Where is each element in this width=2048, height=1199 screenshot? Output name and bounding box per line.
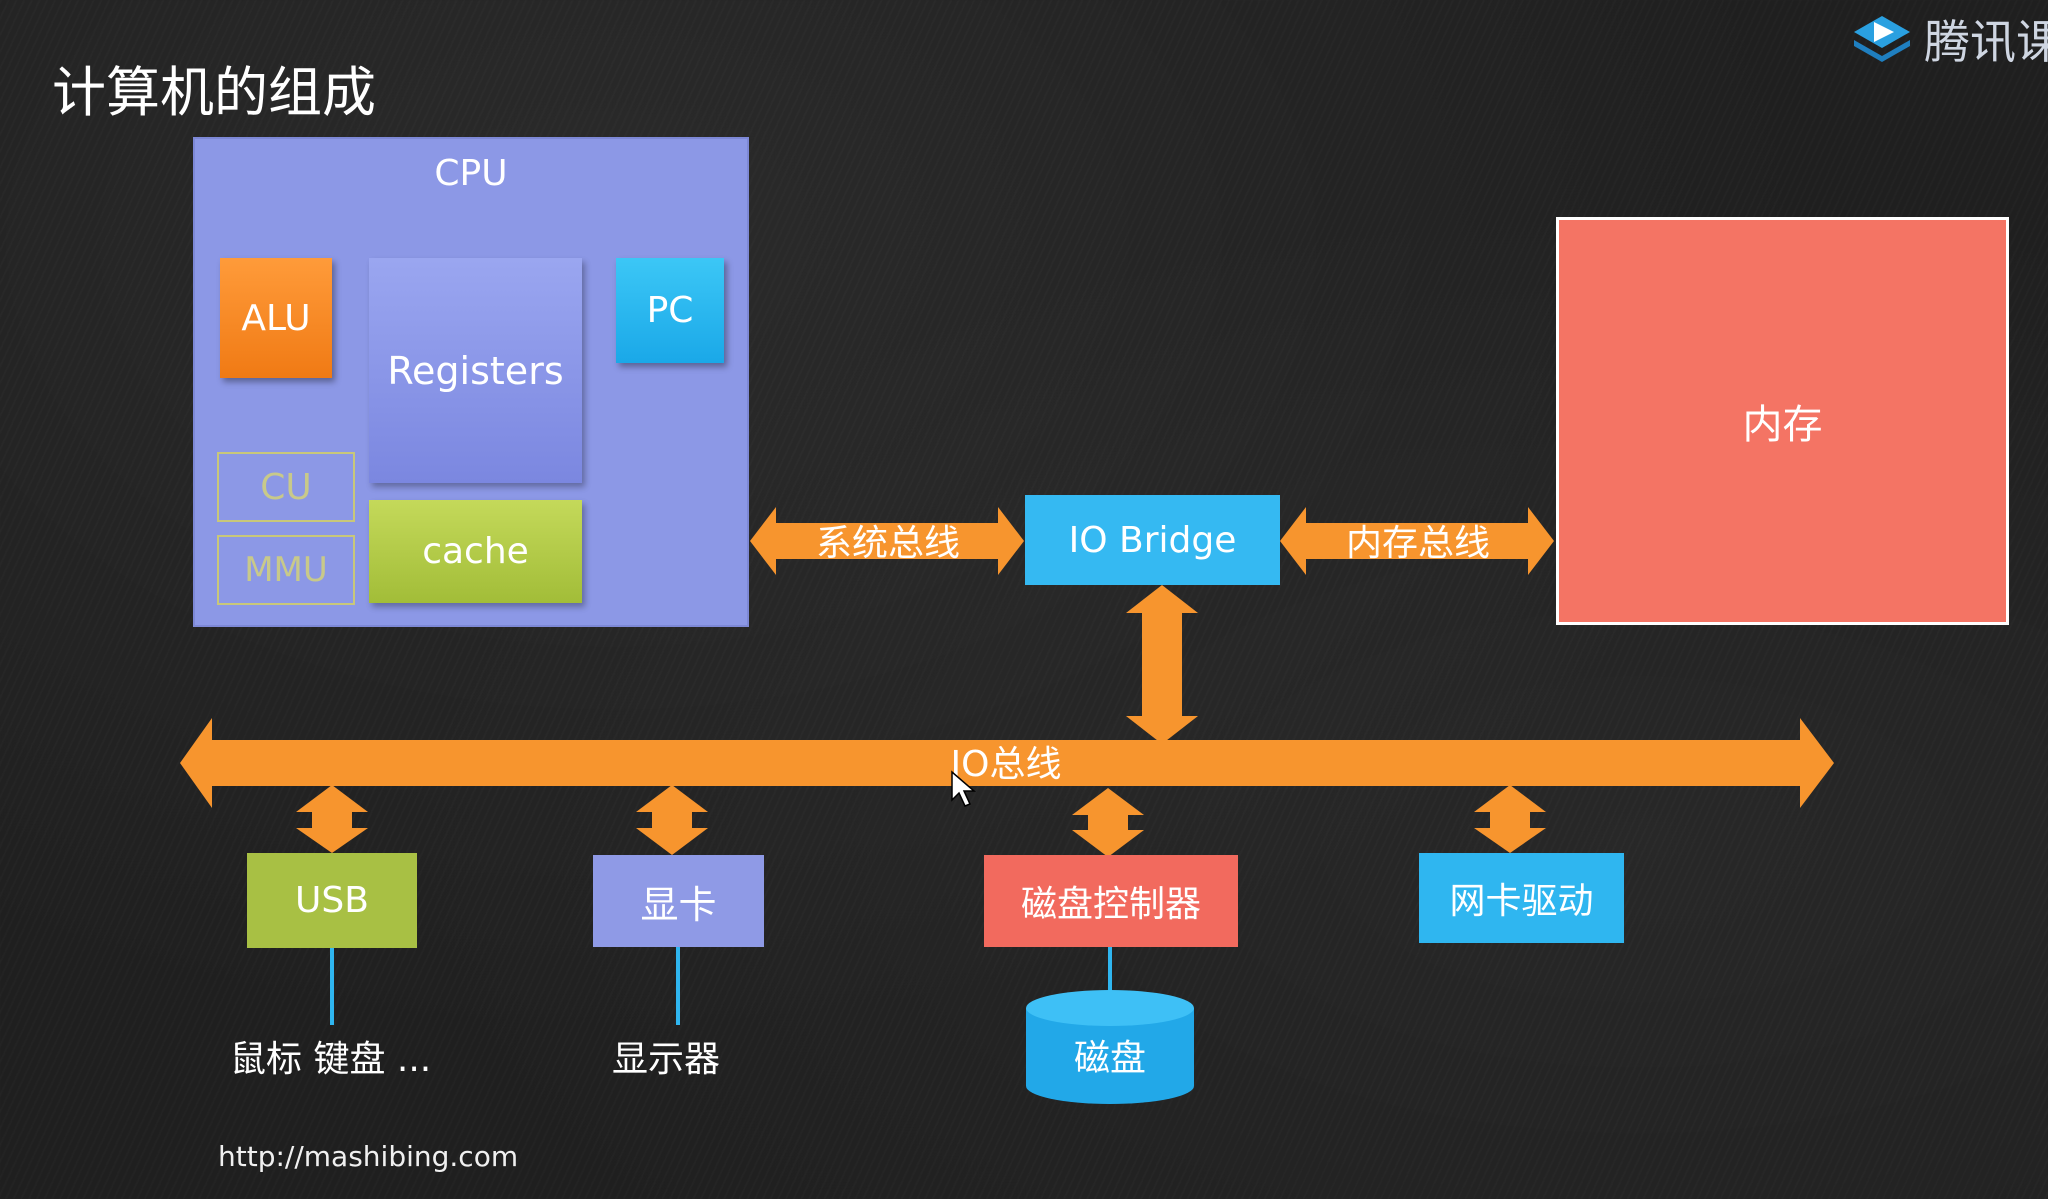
diskctl-arrow <box>1072 788 1144 857</box>
gpu-arrow <box>636 785 708 855</box>
usb-arrow <box>296 785 368 853</box>
gpu-block: 显卡 <box>593 855 764 947</box>
memory-block: 内存 <box>1556 217 2009 625</box>
mouse-keyboard-label: 鼠标 键盘 ... <box>230 1039 432 1080</box>
usb-block: USB <box>247 853 417 948</box>
io-bus-label: IO总线 <box>951 744 1062 785</box>
display-label: 显示器 <box>612 1039 721 1080</box>
nic-arrow <box>1474 785 1546 853</box>
disk-label: 磁盘 <box>1074 1038 1146 1079</box>
site-url: http://mashibing.com <box>218 1140 519 1173</box>
disk-controller-block: 磁盘控制器 <box>984 855 1238 947</box>
bridge-io-arrow <box>1126 585 1198 744</box>
memory-bus-label: 内存总线 <box>1346 523 1490 564</box>
system-bus-label: 系统总线 <box>816 523 960 564</box>
io-bridge-block: IO Bridge <box>1025 495 1280 585</box>
nic-block: 网卡驱动 <box>1419 853 1624 943</box>
